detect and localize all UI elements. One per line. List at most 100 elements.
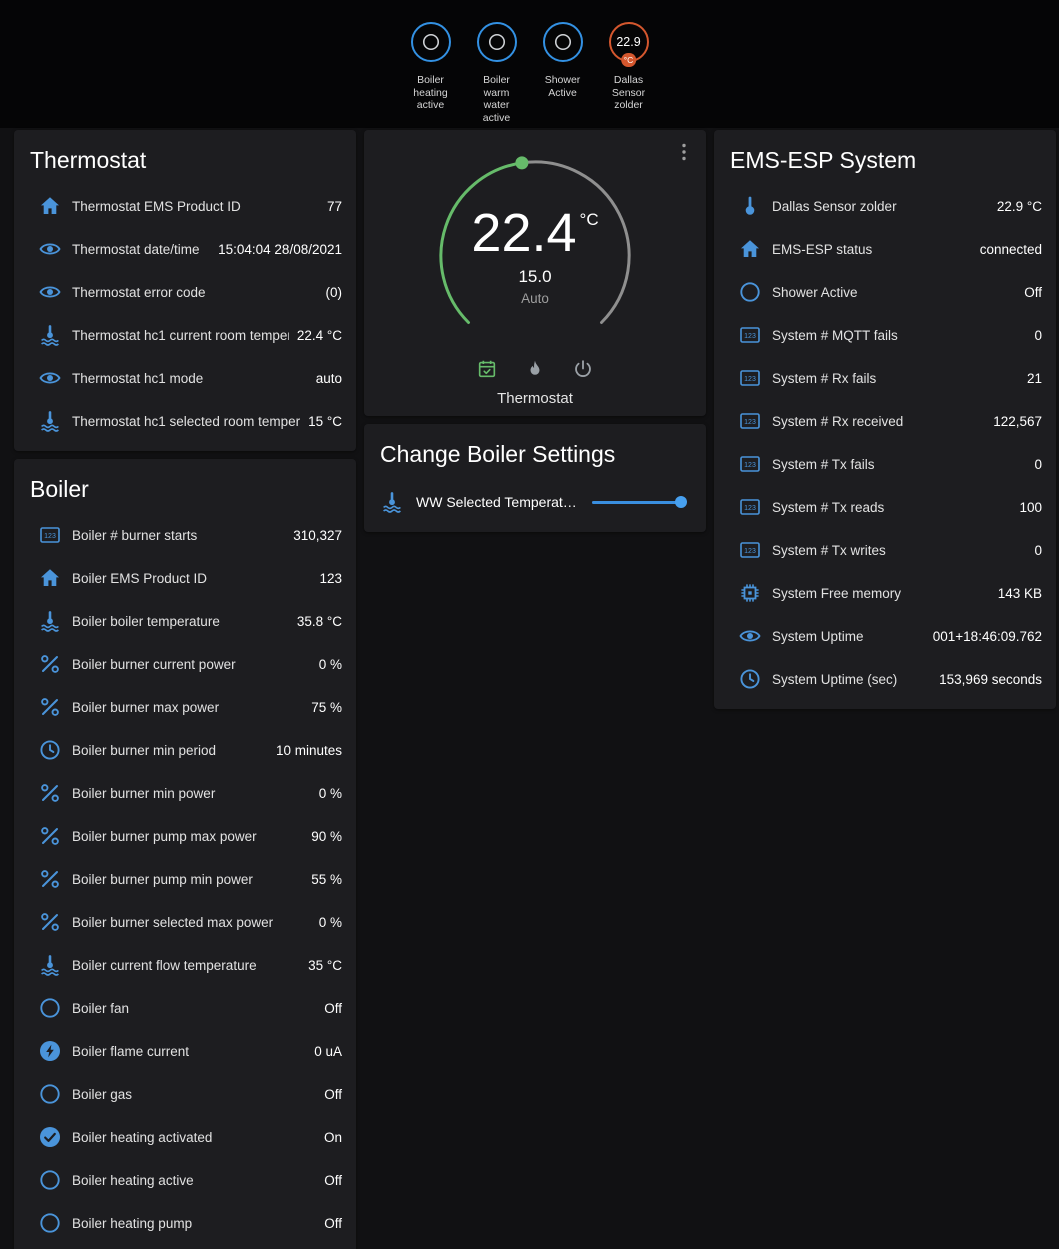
entity-row[interactable]: Boiler # burner starts310,327 [14,514,356,557]
entity-label: Boiler burner min power [72,786,311,801]
entity-row[interactable]: Boiler burner min period10 minutes [14,729,356,772]
card-title: Thermostat [14,130,356,185]
entity-value: Off [324,1173,342,1188]
thermometer-water-icon [38,953,62,977]
entity-row[interactable]: Thermostat error code(0) [14,271,356,314]
ems-esp-system-card: EMS-ESP System Dallas Sensor zolder22.9 … [714,130,1056,709]
entity-row[interactable]: Boiler heating activatedOn [14,1116,356,1159]
entity-label: Shower Active [772,285,1016,300]
entity-value: 0 % [319,657,342,672]
badge-dallas-sensor-zolder[interactable]: 22.9 °C Dallas Sensor zolder [602,22,656,128]
entity-row[interactable]: Thermostat hc1 modeauto [14,357,356,400]
counter-icon [738,409,762,433]
entity-value: Off [324,1216,342,1231]
entity-row[interactable]: System Uptime (sec)153,969 seconds [714,658,1056,701]
entity-row[interactable]: System # Tx writes0 [714,529,1056,572]
entity-row[interactable]: Dallas Sensor zolder22.9 °C [714,185,1056,228]
entity-row[interactable]: Boiler gasOff [14,1073,356,1116]
circle-outline-icon [738,280,762,304]
fire-icon[interactable] [524,358,546,380]
entity-row[interactable]: System Uptime001+18:46:09.762 [714,615,1056,658]
entity-row[interactable]: System # Rx fails21 [714,357,1056,400]
thermometer-water-icon [38,609,62,633]
entity-value: (0) [326,285,343,300]
calendar-check-icon[interactable] [476,358,498,380]
entity-row[interactable]: System # Rx received 122,567 [714,400,1056,443]
entity-value: 122,567 [993,414,1042,429]
eye-icon [38,366,62,390]
entity-row[interactable]: Boiler burner pump min power55 % [14,858,356,901]
entity-row[interactable]: Thermostat hc1 selected room temper…15 °… [14,400,356,443]
entity-row[interactable]: Boiler flame current 0 uA [14,1030,356,1073]
entity-value: 35 °C [308,958,342,973]
entity-value: connected [980,242,1042,257]
clock-icon [38,738,62,762]
counter-icon [38,523,62,547]
entity-row[interactable]: Boiler burner selected max power0 % [14,901,356,944]
badge-circle [477,22,517,62]
entity-label: System Free memory [772,586,990,601]
power-icon[interactable] [572,358,594,380]
column-middle: 22.4°C 15.0 Auto Thermostat Change Boile… [364,130,706,1249]
dial-readout: 22.4°C 15.0 Auto [435,156,635,356]
entity-row[interactable]: Boiler burner current power 0 % [14,643,356,686]
ww-temperature-slider[interactable] [592,495,684,509]
eye-icon [38,280,62,304]
column-right: EMS-ESP System Dallas Sensor zolder22.9 … [714,130,1056,1249]
entity-label: Thermostat EMS Product ID [72,199,319,214]
counter-icon [738,538,762,562]
entity-rows: Thermostat EMS Product ID 77 Thermostat da… [14,185,356,451]
thermometer-water-icon [38,323,62,347]
entity-row[interactable]: Thermostat EMS Product ID 77 [14,185,356,228]
entity-label: Boiler boiler temperature [72,614,289,629]
badge-boiler-warm-water-active[interactable]: Boiler warm water active [470,22,524,128]
entity-rows: Dallas Sensor zolder22.9 °CEMS-ESP statu… [714,185,1056,709]
entity-row[interactable]: System # MQTT fails0 [714,314,1056,357]
entity-row[interactable]: Thermostat date/time15:04:04 28/08/2021 [14,228,356,271]
circle-outline-icon [38,1082,62,1106]
dots-vertical-icon[interactable] [672,140,696,164]
counter-icon [738,452,762,476]
entity-row[interactable]: Boiler burner max power75 % [14,686,356,729]
entity-row[interactable]: Boiler fanOff [14,987,356,1030]
percent-icon [38,867,62,891]
entity-row[interactable]: Boiler boiler temperature35.8 °C [14,600,356,643]
change-boiler-settings-card: Change Boiler Settings WW Selected Tempe… [364,424,706,532]
percent-icon [38,781,62,805]
entity-label: Boiler burner current power [72,657,311,672]
entity-value: 0 [1034,328,1042,343]
entity-row[interactable]: Shower Active Off [714,271,1056,314]
thermometer-water-icon [38,409,62,433]
entity-value: 0 uA [314,1044,342,1059]
badge-shower-active[interactable]: Shower Active [536,22,590,128]
entity-row[interactable]: Thermostat hc1 current room temper…22.4 … [14,314,356,357]
dashboard: Thermostat Thermostat EMS Product ID77Th… [0,128,1059,1249]
entity-value: On [324,1130,342,1145]
eye-icon [738,624,762,648]
entity-label: EMS-ESP status [772,242,972,257]
slider-handle[interactable] [675,496,687,508]
entity-row[interactable]: System # Tx reads100 [714,486,1056,529]
entity-row[interactable]: Boiler burner min power0 % [14,772,356,815]
memory-icon [738,581,762,605]
entity-label: Boiler gas [72,1087,316,1102]
entity-row[interactable]: System Free memory143 KB [714,572,1056,615]
entity-row[interactable]: Boiler heating pumpOff [14,1202,356,1245]
entity-value: Off [1024,285,1042,300]
entity-row[interactable]: Boiler burner pump max power90 % [14,815,356,858]
entity-label: System # Rx received [772,414,985,429]
entity-row[interactable]: Boiler EMS Product ID123 [14,557,356,600]
badge-value: 22.9 [616,35,640,49]
entity-row[interactable]: Boiler current flow temperature35 °C [14,944,356,987]
entity-label: Boiler flame current [72,1044,306,1059]
entity-row[interactable]: EMS-ESP status connected [714,228,1056,271]
entity-row[interactable]: System # Tx fails0 [714,443,1056,486]
badge-boiler-heating-active[interactable]: Boiler heating active [404,22,458,128]
percent-icon [38,824,62,848]
hvac-mode: Auto [521,291,549,306]
card-title: Change Boiler Settings [364,424,706,479]
badge-circle: 22.9 °C [609,22,649,62]
entity-row[interactable]: Boiler heating activeOff [14,1159,356,1202]
badge-label: Shower Active [536,74,590,99]
entity-value: 77 [327,199,342,214]
